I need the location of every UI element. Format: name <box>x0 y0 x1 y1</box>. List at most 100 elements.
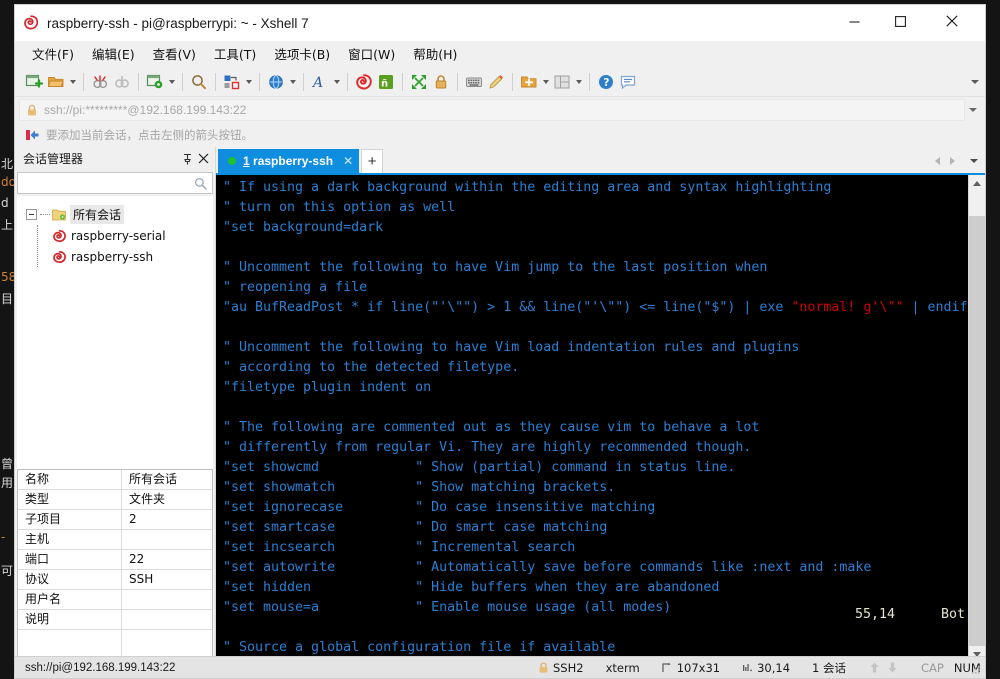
tree-node-all-sessions[interactable]: 所有会话 <box>18 204 212 225</box>
resize-grip-icon[interactable] <box>970 664 982 676</box>
terminal-line: " turn on this option as well <box>223 198 968 218</box>
tab-prev-button[interactable] <box>930 153 945 169</box>
terminal-line: " Uncomment the following to have Vim ju… <box>223 258 968 278</box>
background-glyph: - <box>1 530 6 544</box>
terminal-span: "set ignorecase " Do case insensitive ma… <box>223 500 656 515</box>
address-bar: ssh://pi:*********@192.168.199.143:22 <box>15 97 985 123</box>
terminal-screen[interactable]: " If using a dark background within the … <box>216 175 968 663</box>
toolbar-separator <box>83 72 84 91</box>
table-row: 用户名 <box>18 590 212 610</box>
add-folder-icon[interactable] <box>518 71 540 93</box>
font-dropdown-icon[interactable] <box>331 71 342 93</box>
menu-tabs[interactable]: 选项卡(B) <box>265 40 339 67</box>
open-session-dropdown-icon[interactable] <box>67 71 78 93</box>
minimize-button[interactable] <box>831 5 877 37</box>
reconnect-icon[interactable] <box>111 71 133 93</box>
disconnect-icon[interactable] <box>89 71 111 93</box>
lock-icon <box>28 104 36 115</box>
scrollbar-track[interactable] <box>969 192 985 646</box>
menu-tools[interactable]: 工具(T) <box>205 40 265 67</box>
session-properties-icon[interactable] <box>144 71 166 93</box>
menu-edit[interactable]: 编辑(E) <box>83 40 144 67</box>
tab-next-button[interactable] <box>945 153 960 169</box>
property-key: 子项目 <box>18 510 122 529</box>
status-transfer-up[interactable] <box>868 661 881 674</box>
terminal-span: " differently from regular Vi. They are … <box>223 440 752 455</box>
lock-icon[interactable] <box>430 71 452 93</box>
terminal-span: "set smartcase " Do smart case matching <box>223 520 608 535</box>
status-transfer-down[interactable] <box>886 661 899 674</box>
search-icon <box>194 177 207 190</box>
layout-icon[interactable] <box>551 71 573 93</box>
address-dropdown-button[interactable] <box>965 99 981 121</box>
menu-view[interactable]: 查看(V) <box>144 40 205 67</box>
tree-node-raspberry-serial[interactable]: raspberry-serial <box>18 225 212 246</box>
globe-icon[interactable] <box>265 71 287 93</box>
tab-label: 1 raspberry-ssh <box>243 154 333 168</box>
session-properties-table: 名称 所有会话 类型 文件夹 子项目 2 主机 端口 22 协议 SSH 用户名… <box>17 469 213 661</box>
red-blue-arrow-icon <box>26 130 39 140</box>
session-properties-dropdown-icon[interactable] <box>166 71 177 93</box>
menu-help[interactable]: 帮助(H) <box>404 40 466 67</box>
address-input[interactable]: ssh://pi:*********@192.168.199.143:22 <box>19 99 965 121</box>
notification-bar: 要添加当前会话，点击左侧的箭头按钮。 <box>15 123 985 147</box>
tab-list-button[interactable] <box>966 153 981 169</box>
table-row: 名称 所有会话 <box>18 470 212 490</box>
tab-bar: 1 raspberry-ssh ✕ + <box>216 147 985 173</box>
session-snail-icon <box>53 229 66 242</box>
pin-button[interactable] <box>179 150 195 168</box>
highlight-icon[interactable] <box>485 71 507 93</box>
session-manager-header: 会话管理器 <box>15 147 215 170</box>
session-tree[interactable]: 所有会话 raspberry-serial raspberry-ssh <box>17 196 213 469</box>
menu-window[interactable]: 窗口(W) <box>339 40 404 67</box>
terminal-scrollbar[interactable] <box>968 175 985 663</box>
panel-close-button[interactable] <box>195 150 211 168</box>
keyboard-icon[interactable] <box>463 71 485 93</box>
tab-navigation <box>930 153 981 169</box>
scroll-up-button[interactable] <box>969 175 985 192</box>
close-button[interactable] <box>929 5 975 37</box>
help-icon[interactable]: ? <box>595 71 617 93</box>
add-folder-dropdown-icon[interactable] <box>540 71 551 93</box>
find-icon[interactable] <box>188 71 210 93</box>
tab-index: 1 <box>243 154 250 168</box>
terminal-span: "filetype plugin indent on <box>223 380 432 395</box>
new-session-icon[interactable] <box>23 71 45 93</box>
terminal-span: " If using a dark background within the … <box>223 180 832 195</box>
tab-raspberry-ssh[interactable]: 1 raspberry-ssh ✕ <box>218 149 360 173</box>
scrollbar-thumb[interactable] <box>969 216 985 646</box>
xshell-icon[interactable] <box>353 71 375 93</box>
table-row: 子项目 2 <box>18 510 212 530</box>
globe-dropdown-icon[interactable] <box>287 71 298 93</box>
property-value <box>122 590 212 609</box>
feedback-icon[interactable] <box>617 71 639 93</box>
background-glyph: d <box>1 196 9 210</box>
xftp-icon[interactable]: ñ <box>375 71 397 93</box>
collapse-expander-icon[interactable] <box>26 209 37 220</box>
terminal-line: " Source a global configuration file if … <box>223 638 968 658</box>
tree-node-raspberry-ssh[interactable]: raspberry-ssh <box>18 246 212 267</box>
maximize-button[interactable] <box>877 5 923 37</box>
fullscreen-icon[interactable] <box>408 71 430 93</box>
session-manager-title: 会话管理器 <box>23 152 84 166</box>
new-tab-button[interactable]: + <box>361 149 384 173</box>
property-key: 主机 <box>18 530 122 549</box>
property-key: 用户名 <box>18 590 122 609</box>
terminal-span: "set background=dark <box>223 220 384 235</box>
copy-paste-dropdown-icon[interactable] <box>243 71 254 93</box>
session-search-input[interactable] <box>17 172 213 194</box>
terminal-span: " reopening a file <box>223 280 368 295</box>
copy-paste-icon[interactable] <box>221 71 243 93</box>
table-row: 说明 <box>18 610 212 630</box>
tab-close-icon[interactable]: ✕ <box>343 155 353 167</box>
terminal-span: "set incsearch " Incremental search <box>223 540 576 555</box>
font-icon[interactable]: A <box>309 71 331 93</box>
menu-file[interactable]: 文件(F) <box>23 40 83 67</box>
tree-node-label: raspberry-ssh <box>71 249 154 264</box>
toolbar-overflow-button[interactable] <box>971 67 979 97</box>
open-session-icon[interactable] <box>45 71 67 93</box>
layout-dropdown-icon[interactable] <box>573 71 584 93</box>
property-key: 协议 <box>18 570 122 589</box>
status-url: ssh://pi@192.168.199.143:22 <box>25 661 176 674</box>
background-glyph: 上 <box>1 218 14 232</box>
